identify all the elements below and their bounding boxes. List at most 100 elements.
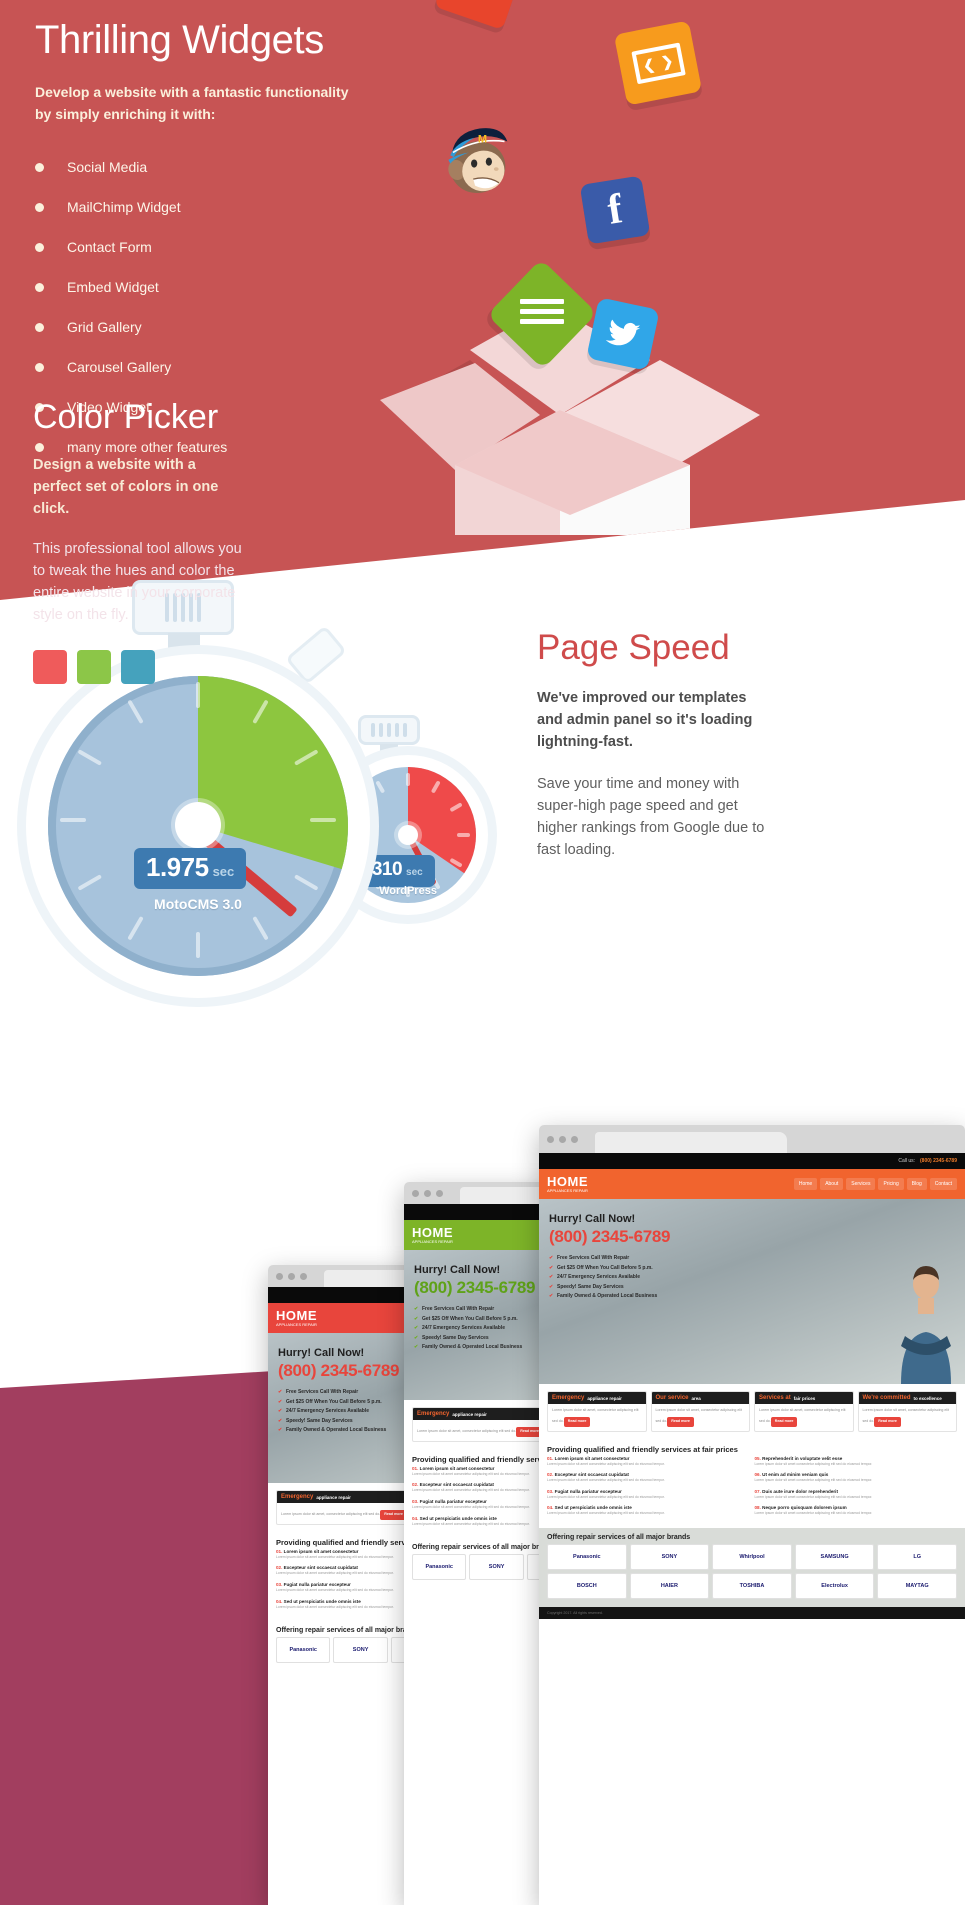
nav-item[interactable]: Blog bbox=[906, 1178, 927, 1190]
item-number: 04. bbox=[547, 1505, 554, 1511]
item-desc: Lorem ipsum dolor sit amet consectetur a… bbox=[754, 1478, 873, 1483]
brand-grid: Panasonic SONY Whirlpool SAMSUNG LG BOSC… bbox=[539, 1543, 965, 1607]
item-desc: Lorem ipsum dolor sit amet consectetur a… bbox=[547, 1478, 665, 1483]
item-title: 04. Sed ut perspiciatis unde omnis iste bbox=[547, 1505, 750, 1510]
read-more-button[interactable]: Read more bbox=[380, 1510, 407, 1520]
speed-unit: sec bbox=[212, 864, 235, 879]
browser-mockup-orange[interactable]: Call us: (800) 2345-6789 HOME APPLIANCES… bbox=[539, 1125, 965, 1905]
brand-logo: Panasonic bbox=[547, 1543, 627, 1570]
nav-item[interactable]: Pricing bbox=[878, 1178, 904, 1190]
nav-item[interactable]: Home bbox=[793, 1178, 818, 1190]
window-maximize-icon[interactable] bbox=[571, 1135, 578, 1143]
item-label: Excepteur sint occaecat cupidatat bbox=[419, 1482, 494, 1488]
card-name: We're committed bbox=[862, 1395, 911, 1401]
item-desc: Lorem ipsum dolor sit amet consectetur a… bbox=[754, 1494, 873, 1499]
service-card[interactable]: We're committed to excellence Lorem ipsum… bbox=[857, 1391, 957, 1432]
item-title: 03. Fugiat nulla pariatur excepteur bbox=[547, 1489, 750, 1494]
item-desc: Lorem ipsum dolor sit amet consectetur a… bbox=[754, 1511, 873, 1516]
window-minimize-icon[interactable] bbox=[559, 1135, 566, 1143]
service-card[interactable]: Emergency appliance repair Lorem ipsum do… bbox=[547, 1391, 647, 1432]
card-header: Emergency appliance repair bbox=[548, 1392, 646, 1404]
color-swatch-green[interactable] bbox=[77, 649, 111, 684]
window-close-icon[interactable] bbox=[547, 1135, 554, 1143]
site-footer: Copyright 2017. All rights reserved. bbox=[539, 1606, 965, 1619]
browser-titlebar bbox=[539, 1125, 965, 1153]
hero-phone: (800) 2345-6789 bbox=[278, 1361, 400, 1380]
service-card[interactable]: Our servicearea Lorem ipsum dolor sit am… bbox=[650, 1391, 750, 1432]
card-title: to excellence bbox=[913, 1395, 942, 1401]
list-item: Get $25 Off When You Call Before 5 p.m. bbox=[549, 1264, 670, 1274]
brand-logo: Whirlpool bbox=[712, 1543, 792, 1570]
item-number: 01. bbox=[276, 1548, 283, 1554]
card-title: appliance repair bbox=[452, 1411, 487, 1417]
card-title: fair prices bbox=[793, 1395, 816, 1401]
brand-logo: Panasonic bbox=[276, 1637, 331, 1664]
nav-item[interactable]: About bbox=[820, 1178, 844, 1190]
item-desc: Lorem ipsum dolor sit amet consectetur a… bbox=[547, 1461, 665, 1466]
card-name: Emergency bbox=[552, 1395, 585, 1401]
window-close-icon[interactable] bbox=[412, 1189, 419, 1197]
bullet-icon bbox=[35, 243, 44, 253]
item-label: Ut enim ad minim veniam quis bbox=[762, 1472, 829, 1478]
nav-item[interactable]: Services bbox=[846, 1178, 876, 1190]
bullet-icon bbox=[35, 283, 44, 293]
browser-tab[interactable] bbox=[595, 1132, 787, 1153]
read-more-button[interactable]: Read more bbox=[563, 1416, 591, 1427]
card-body: Lorem ipsum dolor sit amet, consectetur … bbox=[755, 1404, 853, 1431]
window-maximize-icon[interactable] bbox=[300, 1272, 307, 1280]
color-swatch-group[interactable] bbox=[33, 649, 248, 684]
window-close-icon[interactable] bbox=[276, 1272, 283, 1280]
read-more-button[interactable]: Read more bbox=[667, 1416, 694, 1427]
color-swatch-red[interactable] bbox=[33, 649, 67, 684]
brand-logo: SONY bbox=[333, 1637, 388, 1664]
card-name: Emergency bbox=[417, 1411, 450, 1417]
service-card[interactable]: Emergency appliance repair Lorem ipsum do… bbox=[412, 1407, 552, 1442]
brand-logo: MAYTAG bbox=[877, 1572, 957, 1599]
list-item: Family Owned & Operated Local Business bbox=[549, 1292, 670, 1302]
card-header: Services at fair prices bbox=[755, 1392, 853, 1404]
facebook-icon: f bbox=[579, 175, 651, 245]
window-maximize-icon[interactable] bbox=[436, 1189, 443, 1197]
nav-item[interactable]: Contact bbox=[929, 1178, 957, 1190]
service-card[interactable]: Services at fair prices Lorem ipsum dolor… bbox=[754, 1391, 854, 1432]
list-item: 05. Reprehenderit in voluptate velit ess… bbox=[755, 1456, 958, 1468]
list-item: Speedy! Same Day Services bbox=[414, 1334, 535, 1344]
item-title: 01. Lorem ipsum sit amet consectetur bbox=[547, 1456, 750, 1461]
window-minimize-icon[interactable] bbox=[288, 1272, 295, 1280]
read-more-button[interactable]: Read more bbox=[874, 1416, 901, 1427]
item-number: 06. bbox=[754, 1472, 761, 1478]
hero-kicker: Hurry! Call Now! bbox=[278, 1347, 365, 1359]
item-label: Duis aute irure dolor reprehenderit bbox=[762, 1488, 838, 1494]
item-title: 02. Excepteur sint occaecat cupidatat bbox=[547, 1472, 750, 1477]
section-heading: Providing qualified and friendly service… bbox=[547, 1444, 738, 1454]
hero-text: Hurry! Call Now! (800) 2345-6789 Free Se… bbox=[549, 1213, 671, 1302]
numbered-list: 01. Lorem ipsum sit amet consectetur Lore… bbox=[539, 1456, 965, 1528]
nav-menu[interactable]: Home About Services Pricing Blog Contact bbox=[793, 1178, 957, 1190]
service-card[interactable]: Emergency appliance repair Lorem ipsum do… bbox=[276, 1490, 416, 1525]
site-logo[interactable]: HOME APPLIANCES REPAIR bbox=[412, 1225, 453, 1244]
feature-label: Embed Widget bbox=[67, 279, 159, 296]
list-item: 24/7 Emergency Services Available bbox=[414, 1324, 535, 1334]
color-swatch-blue[interactable] bbox=[121, 649, 155, 684]
read-more-button[interactable]: Read more bbox=[770, 1416, 798, 1427]
hero-phone: (800) 2345-6789 bbox=[549, 1227, 671, 1246]
item-label: Excepteur sint occaecat cupidatat bbox=[554, 1472, 629, 1478]
card-text: Lorem ipsum dolor sit amet, consectetur … bbox=[281, 1512, 381, 1516]
site-logo[interactable]: HOME APPLIANCES REPAIR bbox=[547, 1174, 588, 1193]
item-number: 03. bbox=[276, 1581, 283, 1587]
item-label: Neque porro quisquam dolorem ipsum bbox=[762, 1505, 847, 1511]
hero-kicker: Hurry! Call Now! bbox=[414, 1264, 501, 1276]
brand-logo: SAMSUNG bbox=[794, 1543, 875, 1570]
logo-subtext: APPLIANCES REPAIR bbox=[547, 1188, 588, 1194]
window-minimize-icon[interactable] bbox=[424, 1189, 431, 1197]
phone-number: (800) 2345-6789 bbox=[920, 1158, 957, 1164]
site-logo[interactable]: HOME APPLIANCES REPAIR bbox=[276, 1308, 317, 1327]
feature-label: Social Media bbox=[67, 159, 148, 176]
item-label: Sed ut perspiciatis unde omnis iste bbox=[554, 1505, 632, 1511]
table-row: 03. Fugiat nulla pariatur excepteur Lorem… bbox=[547, 1489, 957, 1501]
page-title-color-picker: Color Picker bbox=[33, 398, 219, 436]
site-nav: HOME APPLIANCES REPAIR Home About Servic… bbox=[539, 1169, 965, 1199]
list-item: Get $25 Off When You Call Before 5 p.m. bbox=[278, 1398, 399, 1408]
item-label: Lorem ipsum sit amet consectetur bbox=[554, 1455, 630, 1461]
list-item: 02. Excepteur sint occaecat cupidatat Lor… bbox=[547, 1472, 750, 1484]
